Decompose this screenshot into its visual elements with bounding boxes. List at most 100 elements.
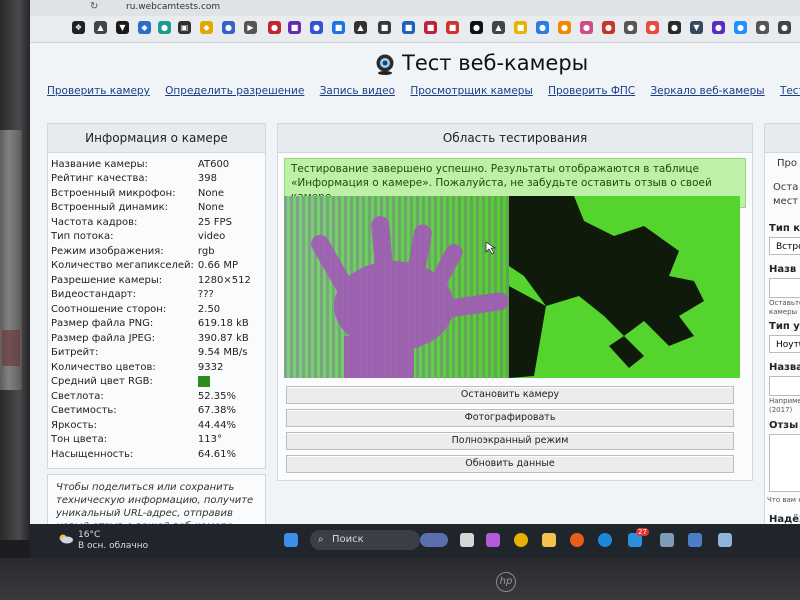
bookmark-icon[interactable]: ■: [332, 21, 345, 34]
bookmark-icon[interactable]: ●: [222, 21, 235, 34]
info-row-label: Светимость:: [51, 405, 117, 417]
bookmark-icon[interactable]: ●: [536, 21, 549, 34]
bookmark-icon[interactable]: ▼: [116, 21, 129, 34]
refresh-data-button[interactable]: Обновить данные: [286, 455, 734, 473]
bookmark-icon[interactable]: ❖: [72, 21, 85, 34]
address-bar[interactable]: ru.webcamtests.com: [126, 2, 220, 12]
bookmark-icon[interactable]: ◆: [200, 21, 213, 34]
nav-record-video[interactable]: Запись видео: [320, 85, 395, 97]
device-name-label: Назва: [769, 362, 800, 373]
bookmark-icon[interactable]: ●: [310, 21, 323, 34]
bookmark-icon[interactable]: ●: [712, 21, 725, 34]
info-row-label: Частота кадров:: [51, 216, 138, 228]
file-explorer-icon[interactable]: [542, 533, 556, 547]
bookmark-icon[interactable]: ●: [756, 21, 769, 34]
bookmark-icon[interactable]: ■: [378, 21, 391, 34]
info-row: Яркость: 44.44%: [48, 418, 265, 433]
search-icon: ⌕: [318, 534, 324, 545]
bookmark-icon[interactable]: ▶: [244, 21, 257, 34]
app-icon-2[interactable]: [688, 533, 702, 547]
copilot-icon[interactable]: [486, 533, 500, 547]
camera-info-table: Название камеры: AT600 Рейтинг качества: 39…: [48, 157, 265, 462]
fullscreen-button[interactable]: Полноэкранный режим: [286, 432, 734, 450]
bookmark-icon[interactable]: ●: [558, 21, 571, 34]
bookmark-icon[interactable]: ■: [514, 21, 527, 34]
nav-detect-resolution[interactable]: Определить разрешение: [165, 85, 304, 97]
bookmark-icon[interactable]: ▲: [94, 21, 107, 34]
info-row-value: 67.38%: [197, 405, 237, 417]
info-row-label: Количество мегапикселей:: [51, 260, 194, 272]
nav-microphone-test[interactable]: Тест микрофона: [780, 85, 800, 97]
camera-name-hint: Оставьте: [769, 299, 800, 307]
bookmark-icon[interactable]: ▲: [492, 21, 505, 34]
camera-image: [284, 196, 740, 378]
info-row-value: 9332: [197, 361, 224, 373]
weather-widget[interactable]: 16°C В осн. облачно: [78, 530, 148, 552]
bookmark-icon[interactable]: ●: [624, 21, 637, 34]
info-row: Рейтинг качества: 398: [48, 172, 265, 187]
camera-info-panel: Информация о камере Название камеры: AT60…: [47, 123, 266, 469]
bookmark-icon[interactable]: ■: [288, 21, 301, 34]
review-panel-header: [765, 124, 800, 153]
task-view-icon[interactable]: [460, 533, 474, 547]
info-row-value: 25 FPS: [197, 216, 232, 228]
nav-check-camera[interactable]: Проверить камеру: [47, 85, 150, 97]
bookmark-icon[interactable]: ■: [424, 21, 437, 34]
taskbar-search[interactable]: ⌕ Поиск: [310, 530, 420, 550]
bookmark-icon[interactable]: ●: [470, 21, 483, 34]
notepad-icon[interactable]: [718, 533, 732, 547]
bookmark-icon[interactable]: ■: [402, 21, 415, 34]
info-row: Частота кадров: 25 FPS: [48, 215, 265, 230]
bookmark-icon[interactable]: ●: [734, 21, 747, 34]
average-color-swatch: [197, 376, 210, 387]
take-photo-button[interactable]: Фотографировать: [286, 409, 734, 427]
weather-temperature: 16°C: [78, 530, 101, 540]
windows-start-icon[interactable]: [284, 533, 298, 547]
bookmark-icon[interactable]: ●: [158, 21, 171, 34]
device-name-hint: Например,: [769, 397, 800, 405]
browser-nav-icons[interactable]: ↻: [90, 1, 98, 12]
info-row: Насыщенность: 64.61%: [48, 447, 265, 462]
widgets-icon[interactable]: [420, 533, 448, 547]
bookmark-icon[interactable]: ◆: [138, 21, 151, 34]
bookmark-icon[interactable]: ▲: [354, 21, 367, 34]
info-row-label: Режим изображения:: [51, 245, 164, 257]
device-type-select[interactable]: Ноутбу: [769, 335, 800, 353]
bookmark-icon[interactable]: ●: [668, 21, 681, 34]
firefox-icon[interactable]: [570, 533, 584, 547]
info-row: Средний цвет RGB:: [48, 375, 265, 390]
info-row: Светлота: 52.35%: [48, 389, 265, 404]
bookmarks-bar: ❖ ▲ ▼ ◆ ● ▣ ◆ ● ▶ ● ■ ● ■ ▲ ■ ■ ■ ■ ● ▲ …: [30, 16, 800, 43]
nav-camera-viewer[interactable]: Просмотрщик камеры: [410, 85, 532, 97]
info-row: Видеостандарт:???: [48, 288, 265, 303]
bookmark-icon[interactable]: ▣: [178, 21, 191, 34]
info-row-value: ???: [197, 289, 214, 301]
stop-camera-button[interactable]: Остановить камеру: [286, 386, 734, 404]
info-row-value: 390.87 kB: [197, 332, 249, 344]
bookmark-icon[interactable]: ●: [602, 21, 615, 34]
bookmark-icon[interactable]: ●: [778, 21, 791, 34]
nav-check-fps[interactable]: Проверить ФПС: [548, 85, 635, 97]
chrome-icon[interactable]: [514, 533, 528, 547]
review-textarea[interactable]: [769, 434, 800, 492]
info-row: Количество мегапикселей: 0.66 MP: [48, 259, 265, 274]
notification-badge: 27: [636, 528, 649, 536]
camera-type-select[interactable]: Встро: [769, 237, 800, 255]
bookmark-icon[interactable]: ▼: [690, 21, 703, 34]
info-row-value: video: [197, 231, 226, 243]
bookmark-icon[interactable]: ●: [268, 21, 281, 34]
info-row: Количество цветов: 9332: [48, 360, 265, 375]
nav-webcam-mirror[interactable]: Зеркало веб-камеры: [650, 85, 764, 97]
info-row-value: 64.61%: [197, 448, 237, 460]
edge-icon[interactable]: [598, 533, 612, 547]
bookmark-icon[interactable]: ■: [446, 21, 459, 34]
camera-type-label: Тип к: [769, 223, 800, 234]
camera-name-input[interactable]: [769, 278, 800, 298]
bookmark-icon[interactable]: ●: [646, 21, 659, 34]
bookmark-icon[interactable]: ●: [580, 21, 593, 34]
app-icon[interactable]: [660, 533, 674, 547]
camera-video-feed[interactable]: [284, 196, 740, 378]
device-name-input[interactable]: [769, 376, 800, 396]
webcam-icon: [376, 54, 394, 75]
info-row-value: AT600: [197, 158, 230, 170]
